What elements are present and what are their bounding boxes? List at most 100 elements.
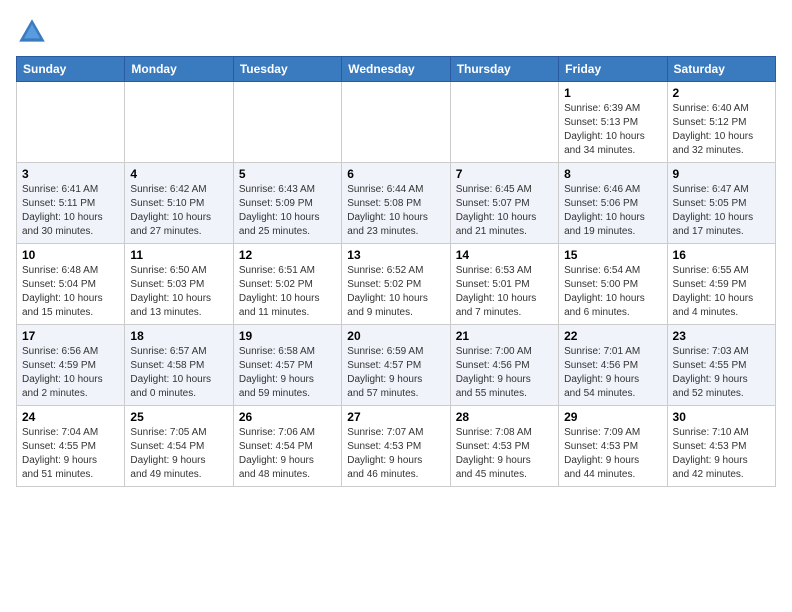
day-number: 17 — [22, 329, 119, 343]
day-info: Sunrise: 6:51 AM Sunset: 5:02 PM Dayligh… — [239, 264, 336, 320]
day-number: 15 — [564, 248, 661, 262]
day-number: 21 — [456, 329, 553, 343]
calendar-cell: 30Sunrise: 7:10 AM Sunset: 4:53 PM Dayli… — [667, 406, 775, 487]
day-number: 7 — [456, 167, 553, 181]
calendar-cell — [342, 82, 450, 163]
weekday-header: Friday — [559, 57, 667, 82]
calendar-week-row: 10Sunrise: 6:48 AM Sunset: 5:04 PM Dayli… — [17, 244, 776, 325]
day-info: Sunrise: 7:07 AM Sunset: 4:53 PM Dayligh… — [347, 426, 444, 482]
day-info: Sunrise: 6:47 AM Sunset: 5:05 PM Dayligh… — [673, 183, 770, 239]
calendar-cell: 4 Sunrise: 6:42 AM Sunset: 5:10 PM Daylig… — [125, 163, 233, 244]
day-number: 22 — [564, 329, 661, 343]
day-info: Sunrise: 6:56 AM Sunset: 4:59 PM Dayligh… — [22, 345, 119, 401]
day-info: Sunrise: 6:40 AM Sunset: 5:12 PM Dayligh… — [673, 102, 770, 158]
day-number: 19 — [239, 329, 336, 343]
day-number: 8 — [564, 167, 661, 181]
calendar-cell: 22 Sunrise: 7:01 AM Sunset: 4:56 PM Dayli… — [559, 325, 667, 406]
calendar-cell: 23 Sunrise: 7:03 AM Sunset: 4:55 PM Dayli… — [667, 325, 775, 406]
calendar-cell: 11 Sunrise: 6:50 AM Sunset: 5:03 PM Dayli… — [125, 244, 233, 325]
day-number: 1 — [564, 86, 661, 100]
day-number: 4 — [130, 167, 227, 181]
calendar-table: SundayMondayTuesdayWednesdayThursdayFrid… — [16, 56, 776, 487]
day-info: Sunrise: 7:05 AM Sunset: 4:54 PM Dayligh… — [130, 426, 227, 482]
calendar-cell: 1 Sunrise: 6:39 AM Sunset: 5:13 PM Daylig… — [559, 82, 667, 163]
day-number: 16 — [673, 248, 770, 262]
day-info: Sunrise: 7:08 AM Sunset: 4:53 PM Dayligh… — [456, 426, 553, 482]
logo-icon — [16, 16, 48, 48]
day-info: Sunrise: 6:53 AM Sunset: 5:01 PM Dayligh… — [456, 264, 553, 320]
calendar-cell: 19 Sunrise: 6:58 AM Sunset: 4:57 PM Dayli… — [233, 325, 341, 406]
logo — [16, 16, 52, 48]
calendar-cell — [450, 82, 558, 163]
day-number: 6 — [347, 167, 444, 181]
day-info: Sunrise: 6:57 AM Sunset: 4:58 PM Dayligh… — [130, 345, 227, 401]
calendar-cell: 6 Sunrise: 6:44 AM Sunset: 5:08 PM Daylig… — [342, 163, 450, 244]
page-header — [16, 16, 776, 48]
day-number: 10 — [22, 248, 119, 262]
day-number: 14 — [456, 248, 553, 262]
calendar-cell: 28 Sunrise: 7:08 AM Sunset: 4:53 PM Dayli… — [450, 406, 558, 487]
day-info: Sunrise: 7:10 AM Sunset: 4:53 PM Dayligh… — [673, 426, 770, 482]
day-number: 3 — [22, 167, 119, 181]
calendar-cell — [17, 82, 125, 163]
day-number: 12 — [239, 248, 336, 262]
calendar-week-row: 17 Sunrise: 6:56 AM Sunset: 4:59 PM Dayli… — [17, 325, 776, 406]
day-number: 11 — [130, 248, 227, 262]
day-info: Sunrise: 7:09 AM Sunset: 4:53 PM Dayligh… — [564, 426, 661, 482]
day-info: Sunrise: 7:01 AM Sunset: 4:56 PM Dayligh… — [564, 345, 661, 401]
calendar-cell: 14 Sunrise: 6:53 AM Sunset: 5:01 PM Dayli… — [450, 244, 558, 325]
day-info: Sunrise: 6:46 AM Sunset: 5:06 PM Dayligh… — [564, 183, 661, 239]
calendar-cell: 10Sunrise: 6:48 AM Sunset: 5:04 PM Dayli… — [17, 244, 125, 325]
calendar-cell: 3 Sunrise: 6:41 AM Sunset: 5:11 PM Daylig… — [17, 163, 125, 244]
day-info: Sunrise: 6:43 AM Sunset: 5:09 PM Dayligh… — [239, 183, 336, 239]
weekday-header: Thursday — [450, 57, 558, 82]
weekday-header: Sunday — [17, 57, 125, 82]
calendar-cell: 12 Sunrise: 6:51 AM Sunset: 5:02 PM Dayli… — [233, 244, 341, 325]
calendar-cell: 13 Sunrise: 6:52 AM Sunset: 5:02 PM Dayli… — [342, 244, 450, 325]
calendar-cell: 15 Sunrise: 6:54 AM Sunset: 5:00 PM Dayli… — [559, 244, 667, 325]
day-info: Sunrise: 7:00 AM Sunset: 4:56 PM Dayligh… — [456, 345, 553, 401]
calendar-week-row: 24 Sunrise: 7:04 AM Sunset: 4:55 PM Dayli… — [17, 406, 776, 487]
day-info: Sunrise: 6:55 AM Sunset: 4:59 PM Dayligh… — [673, 264, 770, 320]
day-info: Sunrise: 7:03 AM Sunset: 4:55 PM Dayligh… — [673, 345, 770, 401]
day-number: 5 — [239, 167, 336, 181]
day-number: 2 — [673, 86, 770, 100]
day-number: 23 — [673, 329, 770, 343]
day-info: Sunrise: 6:59 AM Sunset: 4:57 PM Dayligh… — [347, 345, 444, 401]
calendar-cell: 25 Sunrise: 7:05 AM Sunset: 4:54 PM Dayli… — [125, 406, 233, 487]
day-info: Sunrise: 6:44 AM Sunset: 5:08 PM Dayligh… — [347, 183, 444, 239]
day-number: 28 — [456, 410, 553, 424]
day-number: 25 — [130, 410, 227, 424]
calendar-cell: 20 Sunrise: 6:59 AM Sunset: 4:57 PM Dayli… — [342, 325, 450, 406]
calendar-cell: 29 Sunrise: 7:09 AM Sunset: 4:53 PM Dayli… — [559, 406, 667, 487]
day-info: Sunrise: 6:52 AM Sunset: 5:02 PM Dayligh… — [347, 264, 444, 320]
day-info: Sunrise: 6:58 AM Sunset: 4:57 PM Dayligh… — [239, 345, 336, 401]
day-number: 24 — [22, 410, 119, 424]
calendar-cell: 24 Sunrise: 7:04 AM Sunset: 4:55 PM Dayli… — [17, 406, 125, 487]
calendar-cell: 18Sunrise: 6:57 AM Sunset: 4:58 PM Dayli… — [125, 325, 233, 406]
calendar-cell: 7Sunrise: 6:45 AM Sunset: 5:07 PM Daylig… — [450, 163, 558, 244]
calendar-week-row: 1 Sunrise: 6:39 AM Sunset: 5:13 PM Daylig… — [17, 82, 776, 163]
weekday-header: Saturday — [667, 57, 775, 82]
weekday-header: Tuesday — [233, 57, 341, 82]
day-info: Sunrise: 6:50 AM Sunset: 5:03 PM Dayligh… — [130, 264, 227, 320]
calendar-cell — [125, 82, 233, 163]
day-info: Sunrise: 6:39 AM Sunset: 5:13 PM Dayligh… — [564, 102, 661, 158]
day-number: 20 — [347, 329, 444, 343]
calendar-week-row: 3 Sunrise: 6:41 AM Sunset: 5:11 PM Daylig… — [17, 163, 776, 244]
weekday-header: Monday — [125, 57, 233, 82]
day-number: 13 — [347, 248, 444, 262]
day-info: Sunrise: 6:42 AM Sunset: 5:10 PM Dayligh… — [130, 183, 227, 239]
day-number: 9 — [673, 167, 770, 181]
day-number: 29 — [564, 410, 661, 424]
calendar-header-row: SundayMondayTuesdayWednesdayThursdayFrid… — [17, 57, 776, 82]
calendar-cell: 16 Sunrise: 6:55 AM Sunset: 4:59 PM Dayli… — [667, 244, 775, 325]
calendar-cell: 2 Sunrise: 6:40 AM Sunset: 5:12 PM Daylig… — [667, 82, 775, 163]
calendar-cell — [233, 82, 341, 163]
day-info: Sunrise: 6:54 AM Sunset: 5:00 PM Dayligh… — [564, 264, 661, 320]
day-info: Sunrise: 6:41 AM Sunset: 5:11 PM Dayligh… — [22, 183, 119, 239]
day-info: Sunrise: 7:06 AM Sunset: 4:54 PM Dayligh… — [239, 426, 336, 482]
calendar-cell: 27Sunrise: 7:07 AM Sunset: 4:53 PM Dayli… — [342, 406, 450, 487]
day-info: Sunrise: 7:04 AM Sunset: 4:55 PM Dayligh… — [22, 426, 119, 482]
calendar-cell: 17 Sunrise: 6:56 AM Sunset: 4:59 PM Dayli… — [17, 325, 125, 406]
